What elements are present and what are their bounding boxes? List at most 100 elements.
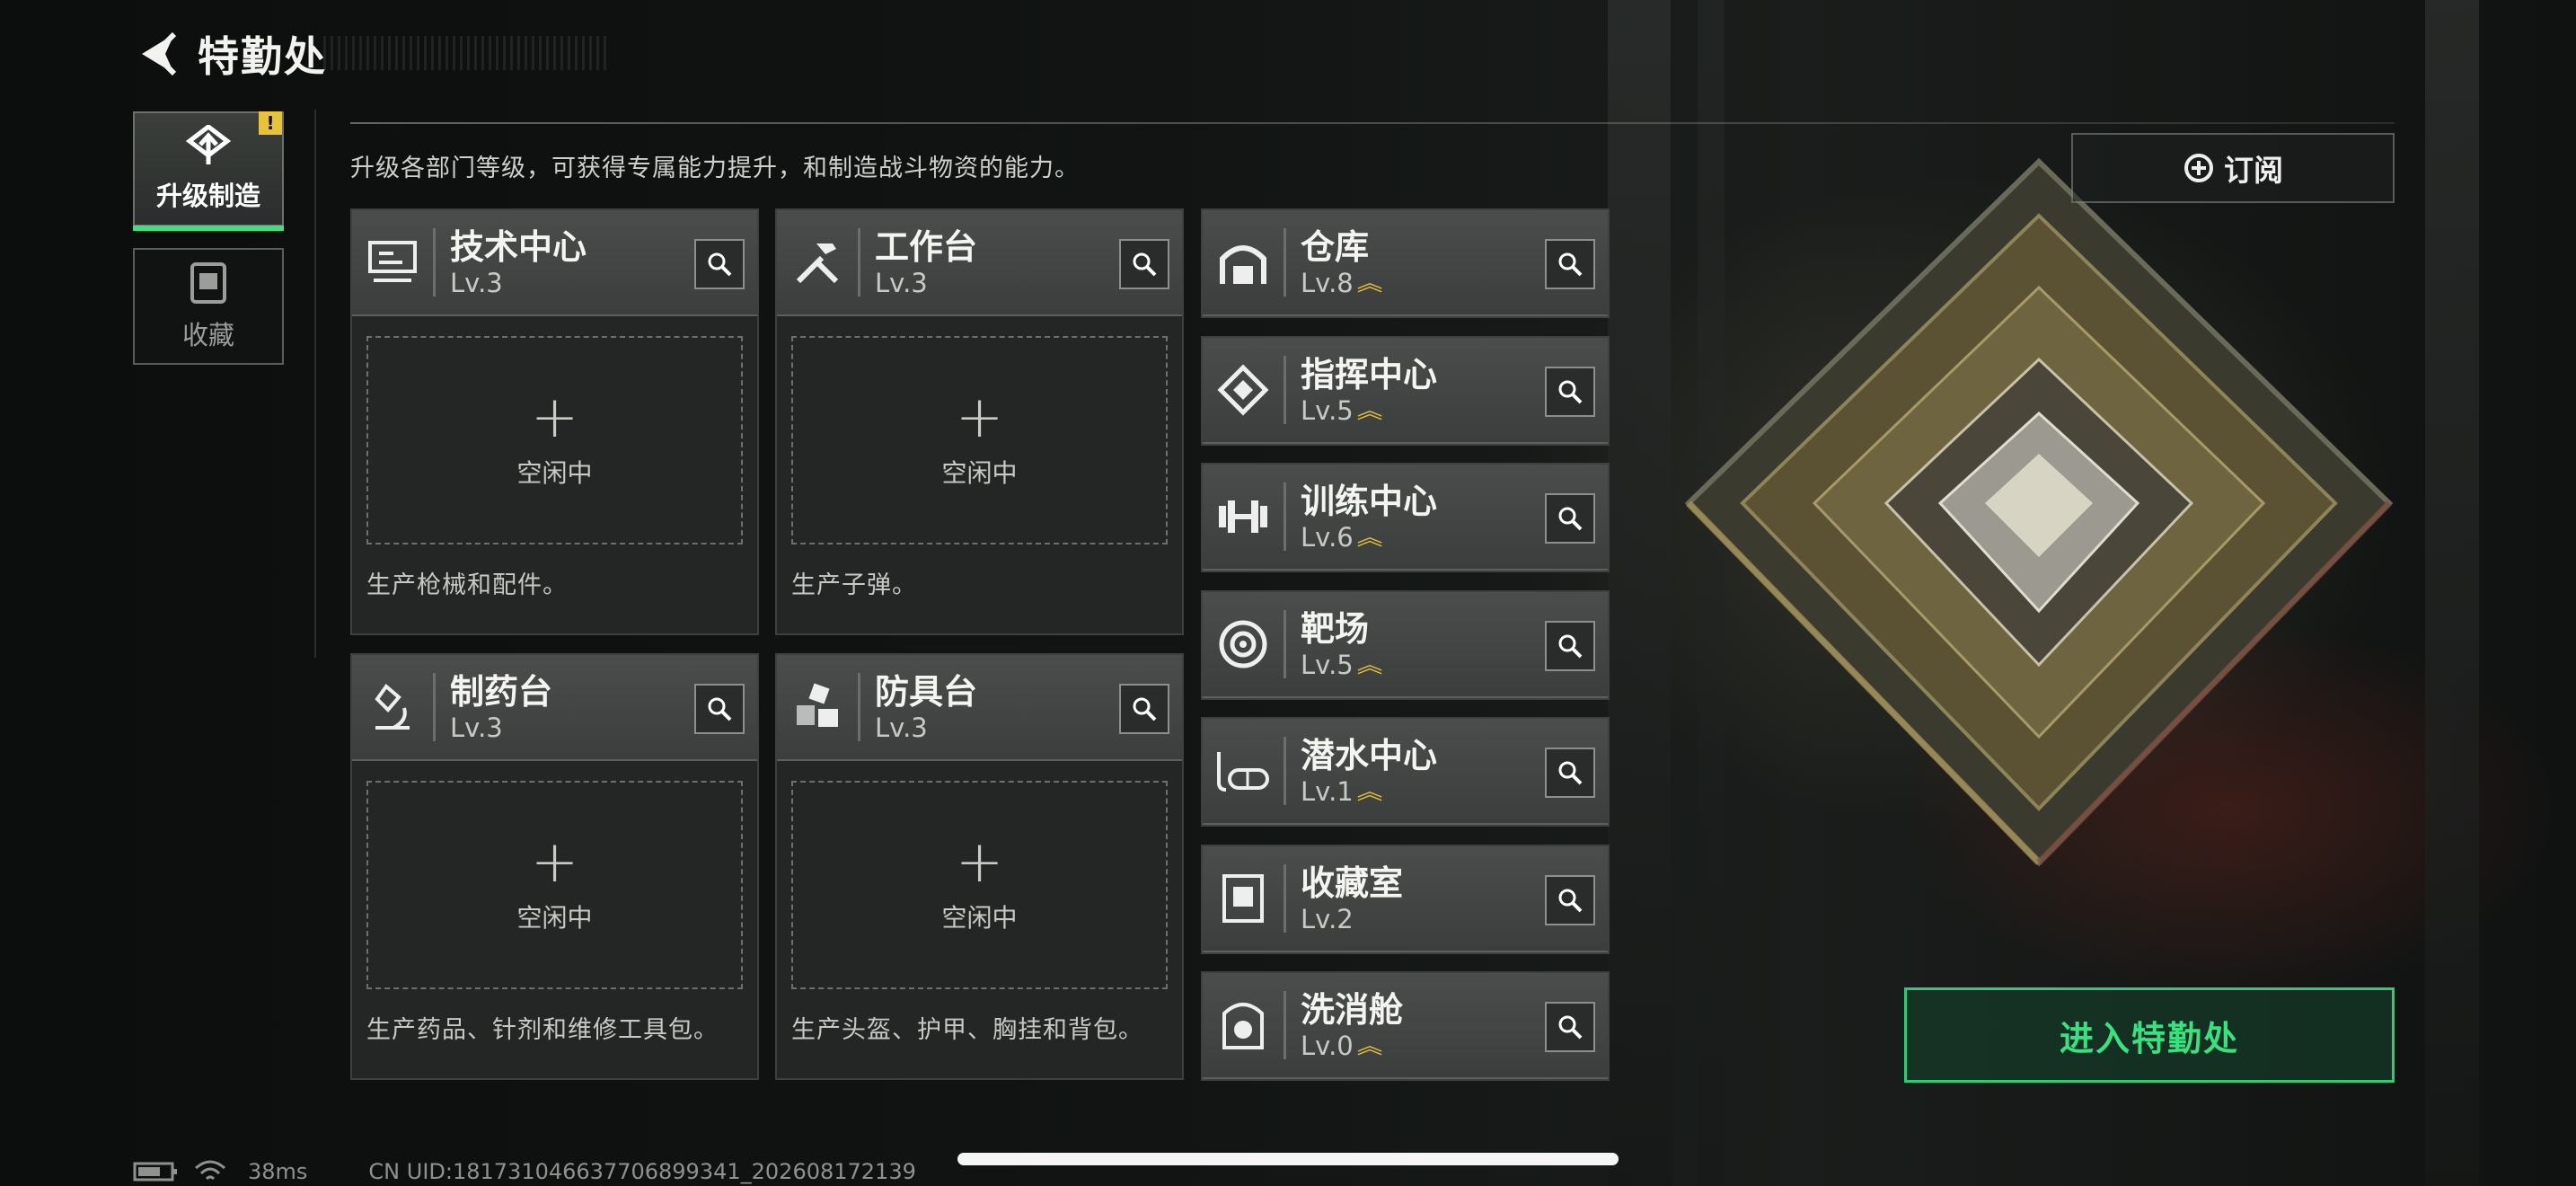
production-slot[interactable]: + 空闲中 — [366, 781, 743, 989]
target-icon — [1203, 591, 1284, 697]
station-card[interactable]: 洗消舱 Lv.0 ︽ — [1201, 971, 1610, 1081]
station-detail-button[interactable] — [694, 684, 745, 734]
station-detail-button[interactable] — [1545, 366, 1595, 417]
station-card[interactable]: 训练中心 Lv.6 ︽ — [1201, 463, 1610, 572]
home-indicator[interactable] — [957, 1153, 1619, 1165]
magnifier-icon — [1558, 1015, 1583, 1040]
armor-bench-icon — [777, 654, 858, 760]
station-card[interactable]: 仓库 Lv.8 ︽ — [1201, 208, 1610, 318]
station-detail-button[interactable] — [1545, 748, 1595, 798]
station-detail-button[interactable] — [1119, 684, 1169, 734]
enter-base-label: 进入特勤处 — [2059, 1018, 2239, 1058]
plus-icon: + — [955, 829, 1004, 896]
separator — [433, 673, 436, 741]
station-card[interactable]: 靶场 Lv.5 ︽ — [1201, 589, 1610, 700]
station-detail-button[interactable] — [1545, 1002, 1595, 1052]
upgrade-available-icon: ︽ — [1356, 397, 1383, 423]
station-detail-button[interactable] — [1545, 239, 1595, 289]
idle-label: 空闲中 — [941, 903, 1018, 933]
station-name: 防具台 — [875, 672, 978, 712]
station-level: Lv.3 — [450, 712, 503, 743]
magnifier-icon — [708, 697, 732, 721]
magnifier-icon — [1133, 697, 1157, 721]
magnifier-icon — [1558, 889, 1583, 912]
collection-icon — [190, 262, 226, 304]
station-name: 指挥中心 — [1301, 354, 1438, 394]
station-card[interactable]: 技术中心 Lv.3 + 空闲中生产枪械和配件。 — [350, 208, 759, 635]
magnifier-icon — [1558, 507, 1583, 531]
separator — [1284, 482, 1286, 551]
production-slot[interactable]: + 空闲中 — [791, 781, 1168, 989]
background-pillar — [1608, 0, 1671, 1186]
magnifier-icon — [1558, 634, 1583, 658]
production-description: 生产子弹。 — [791, 571, 917, 599]
station-level: Lv.6 — [1301, 522, 1354, 553]
pharmacy-icon — [352, 654, 433, 760]
station-name: 靶场 — [1301, 608, 1370, 649]
station-card[interactable]: 指挥中心 Lv.5 ︽ — [1201, 335, 1610, 446]
station-level: Lv.3 — [450, 268, 503, 298]
idle-label: 空闲中 — [941, 458, 1018, 488]
station-detail-button[interactable] — [1545, 493, 1595, 544]
plus-icon: + — [530, 385, 579, 451]
station-header: 仓库 Lv.8 ︽ — [1203, 210, 1608, 316]
warehouse-icon — [1203, 209, 1284, 315]
separator — [1284, 228, 1286, 296]
dumbbell-icon — [1203, 464, 1284, 570]
production-slot[interactable]: + 空闲中 — [791, 336, 1168, 544]
tab-collection[interactable]: 收藏 — [133, 248, 284, 365]
battery-icon — [133, 1162, 177, 1182]
separator — [1284, 991, 1286, 1059]
station-name: 技术中心 — [450, 227, 587, 267]
upgrade-available-icon: ︽ — [1356, 779, 1383, 804]
upgrade-available-icon: ︽ — [1356, 1033, 1383, 1058]
production-description: 生产药品、针剂和维修工具包。 — [366, 1016, 719, 1044]
separator — [1284, 863, 1286, 933]
station-detail-button[interactable] — [1119, 239, 1169, 289]
status-bar: 38ms CN UID:181731046637706899341_202608… — [133, 1159, 916, 1184]
decon-pod-icon — [1203, 972, 1284, 1078]
separator — [1284, 737, 1286, 805]
station-detail-button[interactable] — [1545, 620, 1595, 671]
station-name: 潜水中心 — [1301, 736, 1438, 775]
plus-icon: + — [530, 829, 579, 896]
enter-base-button[interactable]: 进入特勤处 — [1904, 987, 2395, 1083]
idle-label: 空闲中 — [516, 903, 593, 933]
title-decoration — [323, 36, 611, 70]
station-card[interactable]: 防具台 Lv.3 + 空闲中 生产头盔、护甲、胸挂和背包。 — [775, 653, 1184, 1080]
tab-label: 升级制造 — [155, 181, 260, 211]
station-name: 训练中心 — [1301, 482, 1438, 521]
magnifier-icon — [1558, 380, 1583, 403]
station-name: 洗消舱 — [1301, 990, 1404, 1030]
bell-plus-icon — [2184, 154, 2213, 182]
station-header: 训练中心 Lv.6 ︽ — [1203, 465, 1608, 571]
station-level: Lv.1 — [1301, 776, 1354, 807]
upgrade-available-icon: ︽ — [1356, 651, 1383, 677]
station-name: 收藏室 — [1301, 863, 1404, 903]
station-card[interactable]: 制药台 Lv.3 + 空闲中 生产药品、针剂和维修工具包。 — [350, 653, 759, 1080]
active-tab-indicator — [133, 226, 284, 231]
station-level: Lv.5 — [1301, 394, 1354, 426]
collection-room-icon — [1203, 845, 1284, 951]
section-description: 升级各部门等级，可获得专属能力提升，和制造战斗物资的能力。 — [350, 155, 1080, 182]
station-card[interactable]: 收藏室 Lv.2 — [1201, 844, 1610, 954]
subscribe-label: 订阅 — [2224, 153, 2283, 188]
separator — [858, 673, 860, 741]
station-header: 收藏室 Lv.2 — [1203, 845, 1608, 952]
station-detail-button[interactable] — [694, 239, 745, 289]
back-button[interactable] — [133, 25, 180, 83]
production-slot[interactable]: + 空闲中 — [366, 336, 743, 544]
tech-center-icon — [352, 209, 433, 315]
magnifier-icon — [1558, 761, 1583, 785]
command-center-icon — [1203, 337, 1284, 443]
separator — [1284, 609, 1286, 678]
station-card[interactable]: 潜水中心 Lv.1 ︽ — [1201, 717, 1610, 827]
station-header: 洗消舱 Lv.0 ︽ — [1203, 973, 1608, 1079]
station-detail-button[interactable] — [1545, 874, 1595, 925]
diving-mask-icon — [1203, 718, 1284, 824]
game-screen: 特勤处 升级制造 ! 收藏 升级各部门等级，可获得专属能力提升，和制造战斗物资的… — [0, 0, 2576, 1186]
production-description: 生产枪械和配件。 — [366, 571, 568, 599]
subscribe-button[interactable]: 订阅 — [2071, 133, 2395, 203]
station-card[interactable]: 工作台 Lv.3 + 空闲中 生产子弹。 — [775, 208, 1184, 635]
workbench-icon — [777, 209, 858, 315]
